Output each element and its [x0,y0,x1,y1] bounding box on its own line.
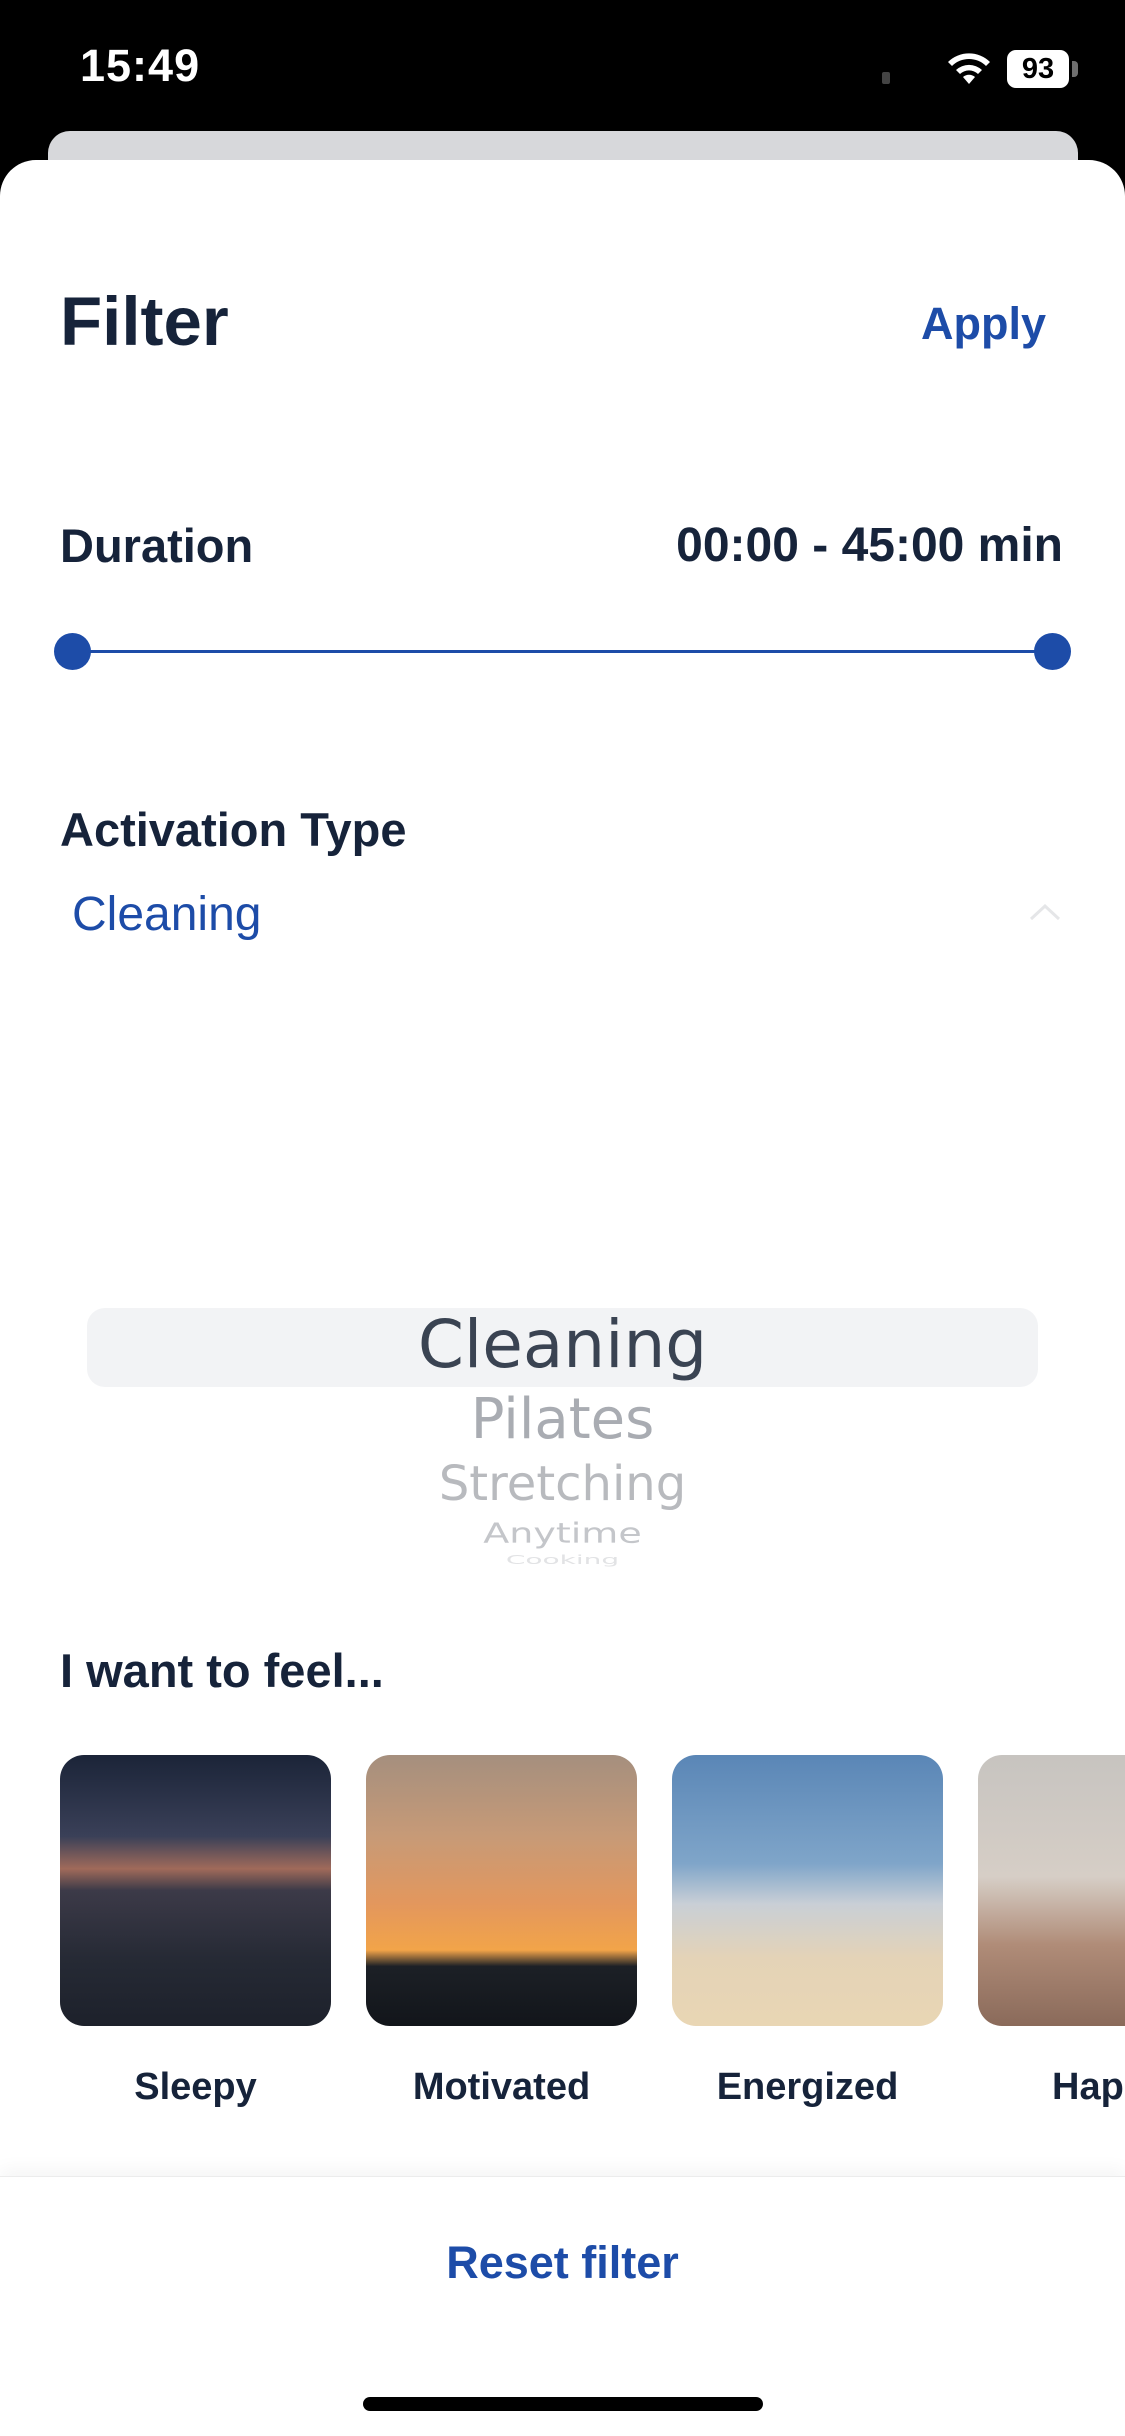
mood-image-energized [672,1755,943,2026]
slider-track [72,650,1052,653]
activation-type-dropdown[interactable]: Cleaning [60,885,1065,965]
chevron-up-icon[interactable] [1025,897,1065,927]
apply-button[interactable]: Apply [921,298,1046,350]
mood-label: Hap [1052,2066,1124,2108]
picker-option[interactable]: Pilates [0,1387,1125,1452]
status-time: 15:49 [80,40,201,91]
home-indicator[interactable] [363,2397,763,2411]
feel-label: I want to feel... [60,1644,384,1697]
mood-card-motivated[interactable]: Motivated [366,1755,637,2109]
duration-value: 00:00 - 45:00 min [676,519,1063,572]
footer-bar: Reset filter [0,2176,1125,2436]
mood-image-motivated [366,1755,637,2026]
filter-sheet: Filter Apply Duration 00:00 - 45:00 min … [0,160,1125,2436]
privacy-indicator [882,72,890,84]
screen: 15:49 93 Filter Apply Duration 00:00 - 4… [0,0,1125,2436]
picker-option[interactable]: Cooking [0,1552,1125,1567]
reset-filter-button[interactable]: Reset filter [0,2237,1125,2289]
mood-card-happy[interactable]: Hap [978,1755,1125,2109]
picker-option[interactable]: Cleaning [0,1306,1125,1383]
mood-label: Sleepy [134,2066,257,2108]
battery-tip [1072,61,1078,77]
activation-type-selected: Cleaning [72,888,262,941]
activation-type-label: Activation Type [60,803,407,856]
mood-card-energized[interactable]: Energized [672,1755,943,2109]
picker-option[interactable]: Stretching [0,1456,1125,1512]
battery-icon: 93 [1007,50,1069,88]
duration-label: Duration [60,519,254,572]
mood-image-sleepy [60,1755,331,2026]
status-bar: 15:49 93 [0,0,1125,140]
mood-label: Motivated [412,2066,591,2108]
mood-image-happy [978,1755,1125,2026]
mood-label: Energized [716,2066,899,2108]
activation-type-picker[interactable]: Cleaning Pilates Stretching Anytime Cook… [0,1220,1125,1680]
mood-card-sleepy[interactable]: Sleepy [60,1755,331,2109]
wifi-icon [948,53,990,84]
slider-thumb-min[interactable] [54,633,91,670]
mood-carousel[interactable]: Sleepy Motivated Energized Hap [60,1755,1125,2155]
picker-option[interactable]: Anytime [0,1517,1125,1549]
slider-thumb-max[interactable] [1034,633,1071,670]
page-title: Filter [60,283,229,360]
duration-range-slider[interactable] [54,632,1071,672]
